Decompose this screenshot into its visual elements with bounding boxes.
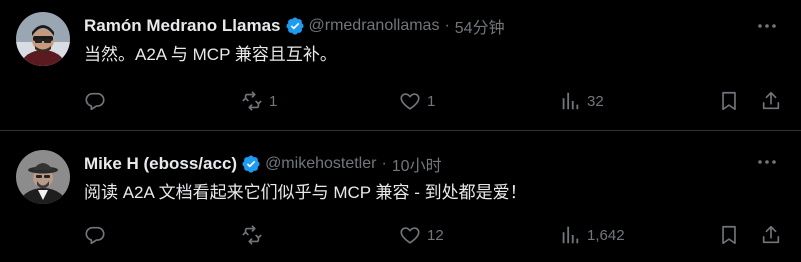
views-icon bbox=[562, 226, 579, 244]
share-button[interactable] bbox=[760, 89, 782, 113]
retweet-icon bbox=[242, 225, 262, 245]
tweet[interactable]: Mike H (eboss/acc) @mikehostetler · 10小时… bbox=[0, 131, 801, 262]
avatar[interactable] bbox=[16, 150, 70, 204]
views-button[interactable]: 1,642 bbox=[559, 223, 625, 247]
user-handle[interactable]: @rmedranollamas bbox=[309, 17, 440, 35]
like-button[interactable]: 1 bbox=[399, 89, 435, 113]
bookmark-icon bbox=[722, 225, 736, 245]
view-count: 32 bbox=[587, 92, 604, 110]
separator-dot: · bbox=[444, 17, 450, 34]
more-icon[interactable] bbox=[755, 14, 779, 38]
retweet-count: 1 bbox=[269, 92, 278, 110]
reply-button[interactable] bbox=[84, 89, 112, 113]
reply-icon bbox=[85, 226, 105, 245]
avatar[interactable] bbox=[16, 12, 70, 66]
display-name[interactable]: Ramón Medrano Llamas bbox=[84, 16, 281, 36]
share-icon bbox=[762, 225, 780, 244]
timestamp[interactable]: 10小时 bbox=[392, 152, 442, 176]
separator-dot: · bbox=[381, 155, 387, 172]
reply-icon bbox=[85, 92, 105, 111]
views-button[interactable]: 32 bbox=[559, 89, 604, 113]
timestamp[interactable]: 54分钟 bbox=[455, 14, 505, 38]
like-count: 1 bbox=[427, 92, 436, 110]
share-button[interactable] bbox=[760, 223, 782, 247]
tweet-text: 阅读 A2A 文档看起来它们似乎与 MCP 兼容 - 到处都是爱！ bbox=[84, 183, 527, 202]
more-icon[interactable] bbox=[755, 150, 779, 174]
user-handle[interactable]: @mikehostetler bbox=[265, 155, 376, 173]
verified-badge-icon bbox=[285, 17, 304, 35]
tweet-header: Mike H (eboss/acc) @mikehostetler · 10小时 bbox=[84, 152, 442, 176]
verified-badge-icon bbox=[242, 155, 260, 173]
view-count: 1,642 bbox=[587, 226, 625, 244]
retweet-icon bbox=[242, 91, 262, 111]
tweet[interactable]: Ramón Medrano Llamas @rmedranollamas · 5… bbox=[0, 0, 801, 130]
bookmark-button[interactable] bbox=[718, 223, 740, 247]
action-bar: 12 1,642 bbox=[84, 223, 785, 247]
display-name[interactable]: Mike H (eboss/acc) bbox=[84, 154, 237, 174]
bookmark-button[interactable] bbox=[718, 89, 740, 113]
like-count: 12 bbox=[427, 226, 444, 244]
tweet-text: 当然。A2A 与 MCP 兼容且互补。 bbox=[84, 45, 337, 64]
like-icon bbox=[400, 227, 420, 244]
share-icon bbox=[762, 91, 780, 110]
action-bar: 1 1 32 bbox=[84, 89, 785, 113]
reply-button[interactable] bbox=[84, 223, 112, 247]
like-button[interactable]: 12 bbox=[399, 223, 444, 247]
retweet-button[interactable] bbox=[241, 223, 269, 247]
tweet-header: Ramón Medrano Llamas @rmedranollamas · 5… bbox=[84, 14, 505, 38]
like-icon bbox=[400, 93, 420, 110]
retweet-button[interactable]: 1 bbox=[241, 89, 277, 113]
bookmark-icon bbox=[722, 91, 736, 111]
views-icon bbox=[562, 92, 579, 110]
